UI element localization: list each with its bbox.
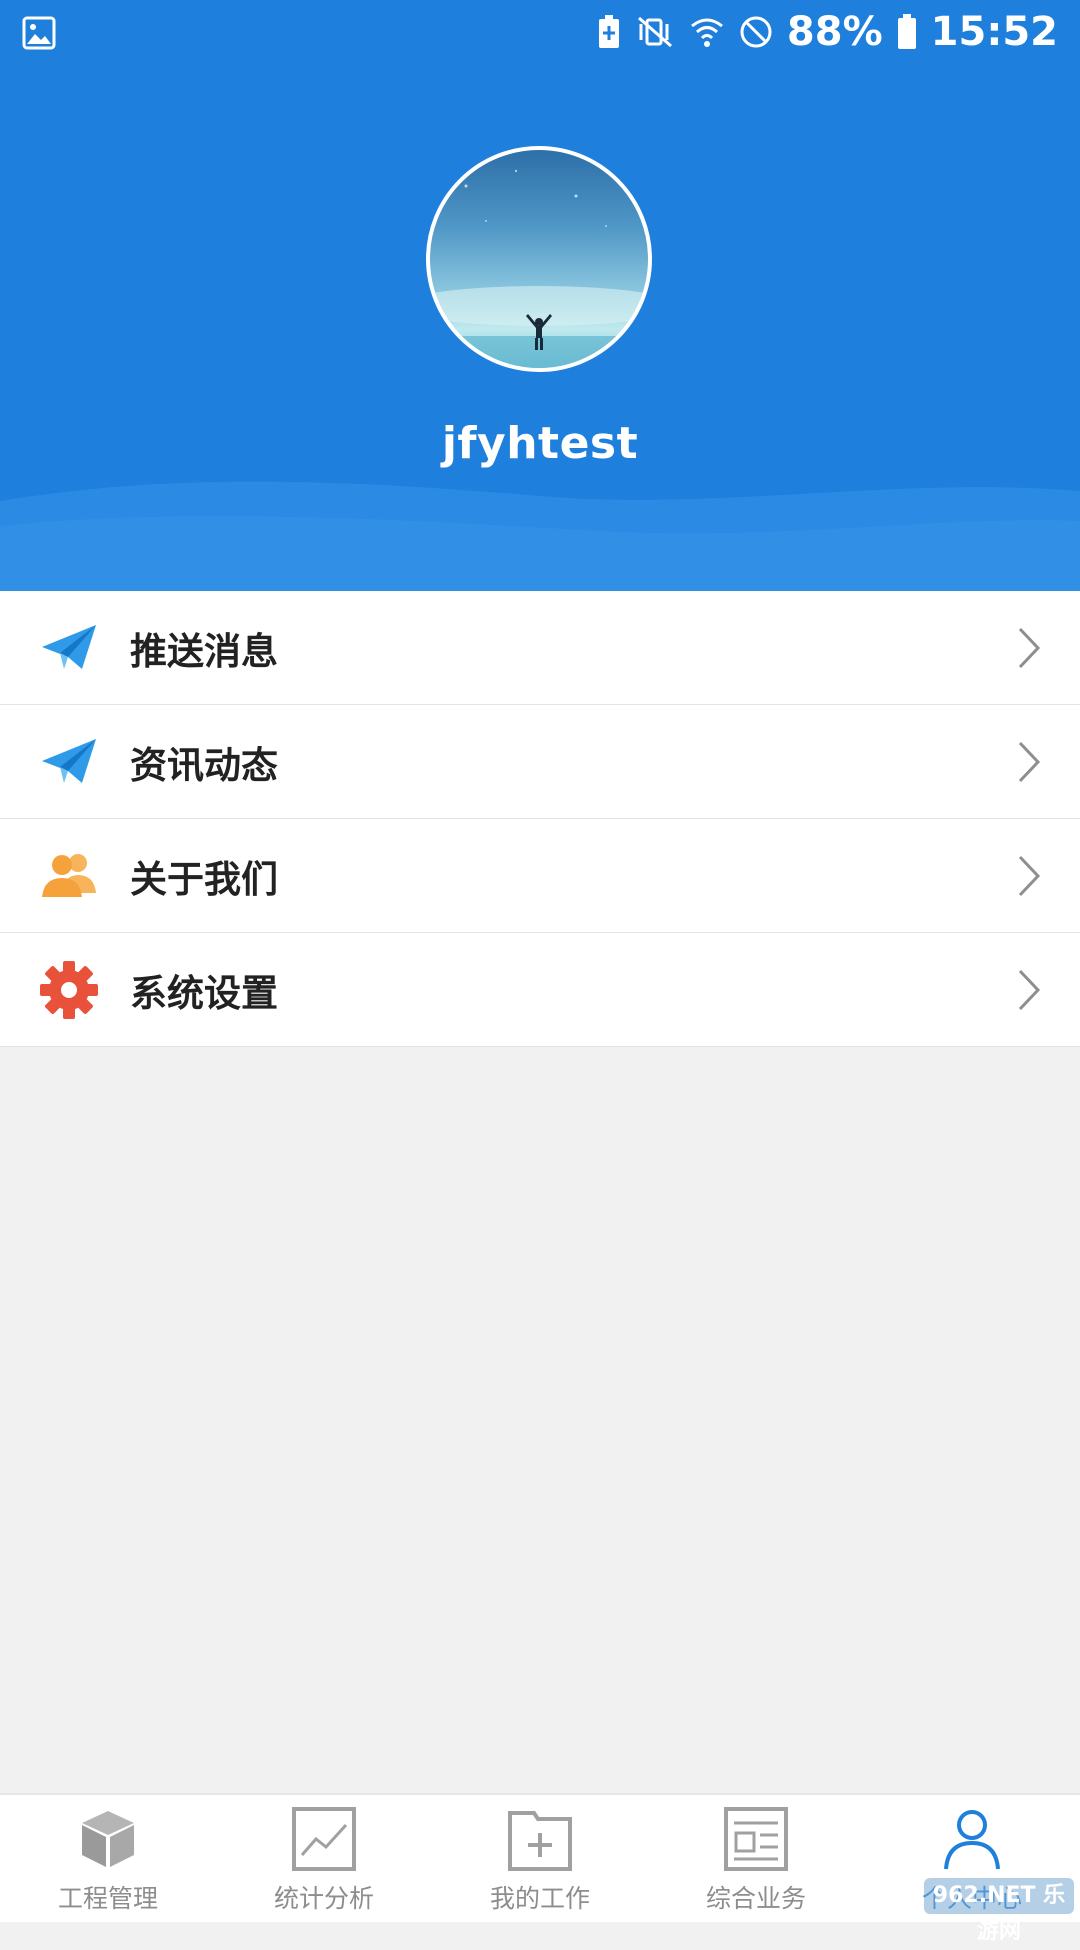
menu-item-label: 关于我们 — [130, 858, 278, 901]
menu-item-push-messages[interactable]: 推送消息 — [0, 591, 1080, 705]
people-icon — [42, 854, 96, 897]
menu-item-news[interactable]: 资讯动态 — [0, 705, 1080, 819]
chevron-right-icon — [1018, 627, 1041, 669]
header-wave-decoration — [0, 481, 1080, 591]
clock: 15:52 — [930, 9, 1058, 55]
gear-icon — [40, 961, 98, 1019]
profile-header: 88% 15:52 jfyhtest — [0, 0, 1080, 591]
paper-plane-icon — [42, 739, 96, 783]
nav-label: 统计分析 — [273, 1884, 374, 1913]
nav-item-general-business[interactable]: 综合业务 — [648, 1795, 864, 1922]
menu-item-label: 资讯动态 — [130, 744, 278, 787]
menu-list: 推送消息 资讯动态 关于我们 系统设置 — [0, 591, 1080, 1047]
watermark-logo: 962.NET 乐游网 — [924, 1878, 1074, 1944]
bottom-nav: 工程管理 统计分析 我的工作 综合业务 个人中心 — [0, 1793, 1080, 1922]
user-icon — [944, 1810, 1000, 1870]
chevron-right-icon — [1018, 855, 1041, 897]
menu-item-system-settings[interactable]: 系统设置 — [0, 933, 1080, 1047]
cube-icon — [82, 1811, 134, 1867]
avatar-landscape — [430, 169, 648, 368]
menu-item-about-us[interactable]: 关于我们 — [0, 819, 1080, 933]
menu-item-label: 推送消息 — [130, 630, 278, 673]
nav-item-statistics[interactable]: 统计分析 — [216, 1795, 432, 1922]
battery-percent: 88% — [786, 9, 883, 55]
nav-item-my-work[interactable]: 我的工作 — [432, 1795, 648, 1922]
nav-label: 工程管理 — [57, 1884, 158, 1913]
menu-item-label: 系统设置 — [130, 972, 278, 1015]
mute-vibrate-icon — [637, 16, 672, 48]
nav-item-project-management[interactable]: 工程管理 — [0, 1795, 216, 1922]
chevron-right-icon — [1018, 741, 1041, 783]
status-bar: 88% 15:52 — [0, 0, 1080, 64]
dashboard-icon — [724, 1807, 788, 1871]
avatar[interactable] — [426, 146, 652, 372]
username: jfyhtest — [441, 418, 639, 469]
gallery-icon — [22, 16, 56, 50]
battery-saver-icon — [598, 15, 619, 48]
folder-add-icon — [508, 1811, 572, 1871]
nav-label: 综合业务 — [705, 1884, 806, 1913]
nav-label: 我的工作 — [489, 1884, 590, 1913]
chevron-right-icon — [1018, 969, 1041, 1011]
paper-plane-icon — [42, 625, 96, 669]
battery-icon — [897, 14, 916, 49]
chart-icon — [292, 1807, 356, 1871]
wifi-icon — [690, 18, 723, 47]
do-not-disturb-icon — [740, 16, 772, 48]
